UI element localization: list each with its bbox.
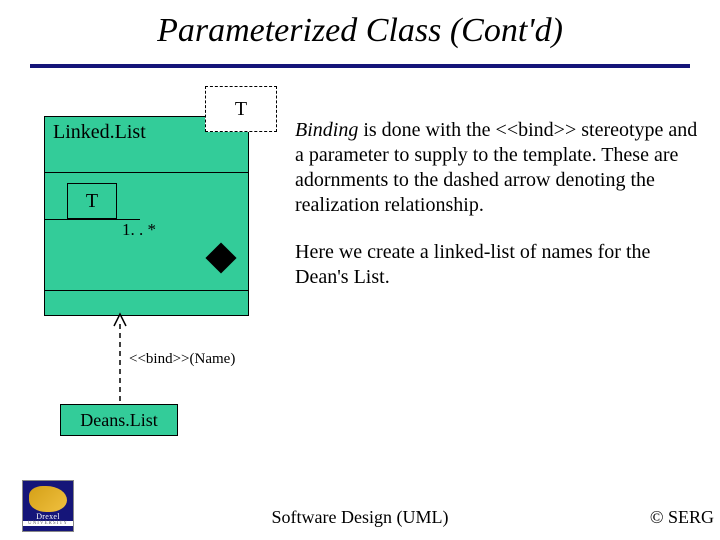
bind-stereotype-label: <<bind>>(Name) bbox=[129, 351, 235, 368]
binding-keyword: Binding bbox=[295, 119, 358, 141]
uml-diagram: Linked.List T 1. . * T <<bind>>(Name) De… bbox=[30, 68, 290, 438]
multiplicity-label: 1. . * bbox=[122, 220, 156, 240]
inner-type-box: T bbox=[67, 183, 117, 219]
slide-title: Parameterized Class (Cont'd) bbox=[40, 12, 680, 50]
explanation-text: Binding is done with the <<bind>> stereo… bbox=[295, 118, 703, 312]
footer-copyright: © SERG bbox=[650, 507, 714, 528]
template-parameter-box: T bbox=[205, 86, 277, 132]
template-class-footer bbox=[45, 291, 248, 315]
template-class-box: Linked.List T 1. . * bbox=[44, 116, 249, 316]
content-area: Linked.List T 1. . * T <<bind>>(Name) De… bbox=[0, 68, 720, 438]
footer-title: Software Design (UML) bbox=[0, 507, 720, 528]
explanation-paragraph-2: Here we create a linked-list of names fo… bbox=[295, 240, 703, 290]
bound-class-box: Deans.List bbox=[60, 404, 178, 436]
composition-diamond-icon bbox=[205, 242, 236, 273]
explanation-paragraph-1: Binding is done with the <<bind>> stereo… bbox=[295, 118, 703, 218]
inner-divider bbox=[45, 219, 140, 220]
template-class-body: T 1. . * bbox=[45, 173, 248, 291]
